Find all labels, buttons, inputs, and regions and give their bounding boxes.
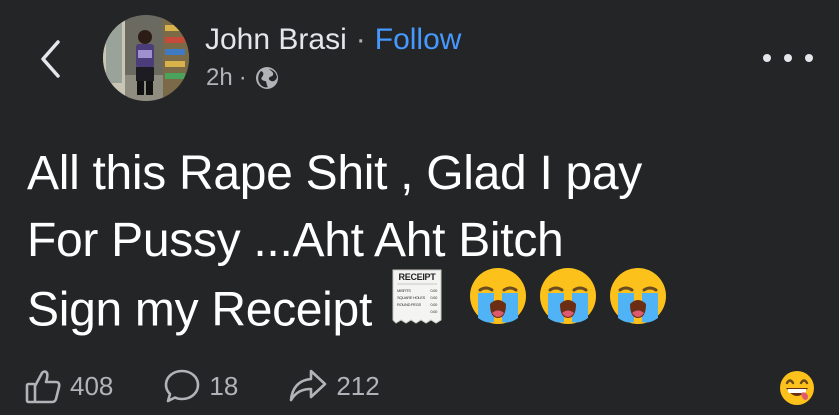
loudly-crying-face-emoji	[608, 266, 668, 344]
post-meta: 2h ·	[206, 62, 279, 94]
avatar[interactable]	[103, 15, 189, 101]
post-text-line-3: Sign my Receipt RECEIPT MISFITS 0.00 SQU…	[27, 268, 827, 341]
loudly-crying-face-emoji	[468, 266, 528, 344]
receipt-row-2-label: SQUARE HOLES	[397, 295, 426, 300]
back-button[interactable]	[30, 36, 70, 82]
grinning-face-icon	[780, 371, 814, 405]
post-text-line-1: All this Rape Shit , Glad I pay	[27, 147, 643, 200]
share-arrow-icon	[290, 369, 327, 402]
comment-bubble-icon	[165, 369, 200, 403]
more-options-button[interactable]	[763, 45, 813, 71]
chevron-left-icon	[41, 40, 60, 78]
post-timestamp[interactable]: 2h	[206, 64, 233, 92]
like-count: 408	[70, 370, 114, 401]
thumbs-up-icon	[25, 370, 61, 404]
receipt-row-1-value: 0.00	[430, 288, 438, 293]
post-text: All this Rape Shit , Glad I pay For Puss…	[27, 140, 827, 341]
like-button[interactable]: 408	[24, 367, 113, 405]
receipt-row-2-value: 0.00	[430, 295, 438, 300]
author-row: John Brasi · Follow	[205, 22, 461, 58]
post-text-line-2: For Pussy ...Aht Aht Bitch	[27, 214, 564, 267]
reaction-button[interactable]	[778, 369, 816, 407]
more-horizontal-icon-dot	[784, 54, 792, 62]
avatar-photo	[103, 15, 189, 101]
more-horizontal-icon-dot	[763, 54, 771, 62]
receipt-row-4-value: 0.00	[430, 309, 438, 314]
post-actions: 408 18 212	[24, 366, 380, 406]
globe-icon	[255, 67, 278, 89]
receipt-emoji: RECEIPT MISFITS 0.00 SQUARE HOLES 0.00 R…	[390, 268, 444, 342]
receipt-row-1-label: MISFITS	[397, 288, 411, 293]
comment-button[interactable]: 18	[163, 367, 238, 405]
receipt-title: RECEIPT	[399, 272, 437, 282]
share-button[interactable]: 212	[288, 367, 380, 405]
separator-dot: ·	[355, 23, 366, 56]
author-name[interactable]: John Brasi	[205, 23, 347, 57]
meta-separator: ·	[238, 64, 247, 91]
loudly-crying-face-emoji	[538, 266, 598, 344]
post-text-line-3-text: Sign my Receipt	[27, 283, 372, 337]
more-horizontal-icon-dot	[805, 54, 813, 62]
follow-button[interactable]: Follow	[375, 23, 462, 57]
comment-count: 18	[209, 370, 239, 401]
receipt-row-3-label: ROUND PEGS	[397, 302, 422, 307]
share-count: 212	[336, 370, 380, 401]
receipt-row-3-value: 0.00	[430, 302, 438, 307]
